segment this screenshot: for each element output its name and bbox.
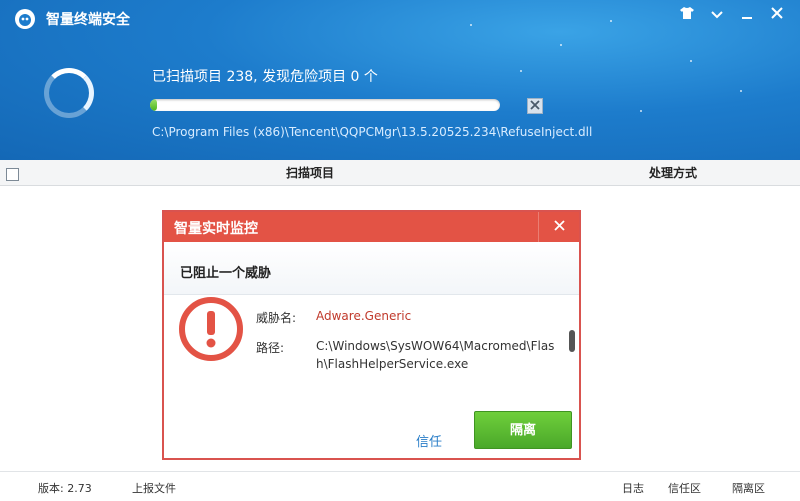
log-link[interactable]: 日志 (622, 480, 644, 496)
header-banner: 智量终端安全 已扫描项目 238, 发现危险项目 0 个 C:\Program … (0, 0, 800, 160)
threat-alert-dialog: 智量实时监控 已阻止一个威胁 威胁名: Adware.Generic 路径: C… (162, 210, 581, 460)
column-scan-item: 扫描项目 (286, 166, 335, 180)
isolate-button[interactable]: 隔离 (474, 411, 572, 449)
threat-name-value: Adware.Generic (316, 309, 412, 323)
threat-path-value: C:\Windows\SysWOW64\Macromed\Flash\Flash… (316, 339, 555, 371)
app-logo-icon (15, 9, 35, 29)
quarantine-zone-link[interactable]: 隔离区 (732, 480, 765, 496)
minimize-icon[interactable] (736, 6, 758, 26)
threat-name-label: 威胁名: (256, 311, 297, 325)
close-icon (553, 220, 565, 231)
menu-icon[interactable] (706, 6, 728, 26)
title-bar: 智量终端安全 (0, 0, 800, 36)
app-title: 智量终端安全 (46, 12, 130, 28)
trust-button[interactable]: 信任 (416, 431, 442, 450)
stop-icon (530, 100, 540, 110)
current-scan-path: C:\Program Files (x86)\Tencent\QQPCMgr\1… (152, 125, 593, 139)
dialog-title-bar: 智量实时监控 (164, 212, 579, 242)
scan-status-text: 已扫描项目 238, 发现危险项目 0 个 (152, 69, 378, 85)
dialog-title: 智量实时监控 (174, 221, 258, 237)
scan-progress-fill (150, 99, 157, 111)
select-all-checkbox[interactable] (6, 168, 19, 181)
dialog-scrollbar-thumb[interactable] (569, 330, 575, 352)
tshirt-icon[interactable] (676, 6, 698, 26)
threat-path-label: 路径: (256, 341, 285, 355)
version-text: 版本: 2.73 (38, 482, 92, 495)
upload-file-link[interactable]: 上报文件 (132, 480, 176, 496)
column-action: 处理方式 (649, 166, 698, 180)
blocked-heading: 已阻止一个威胁 (180, 266, 272, 281)
scan-spinner-icon (44, 68, 94, 118)
warning-icon (179, 297, 243, 361)
scan-progress-bar (150, 99, 500, 111)
status-footer: 版本: 2.73 上报文件 日志 信任区 隔离区 (0, 471, 800, 501)
close-icon[interactable] (766, 6, 788, 26)
dialog-close-button[interactable] (538, 212, 579, 242)
stop-scan-button[interactable] (527, 98, 543, 114)
trust-zone-link[interactable]: 信任区 (668, 480, 701, 496)
dialog-heading-band: 已阻止一个威胁 (164, 242, 579, 295)
